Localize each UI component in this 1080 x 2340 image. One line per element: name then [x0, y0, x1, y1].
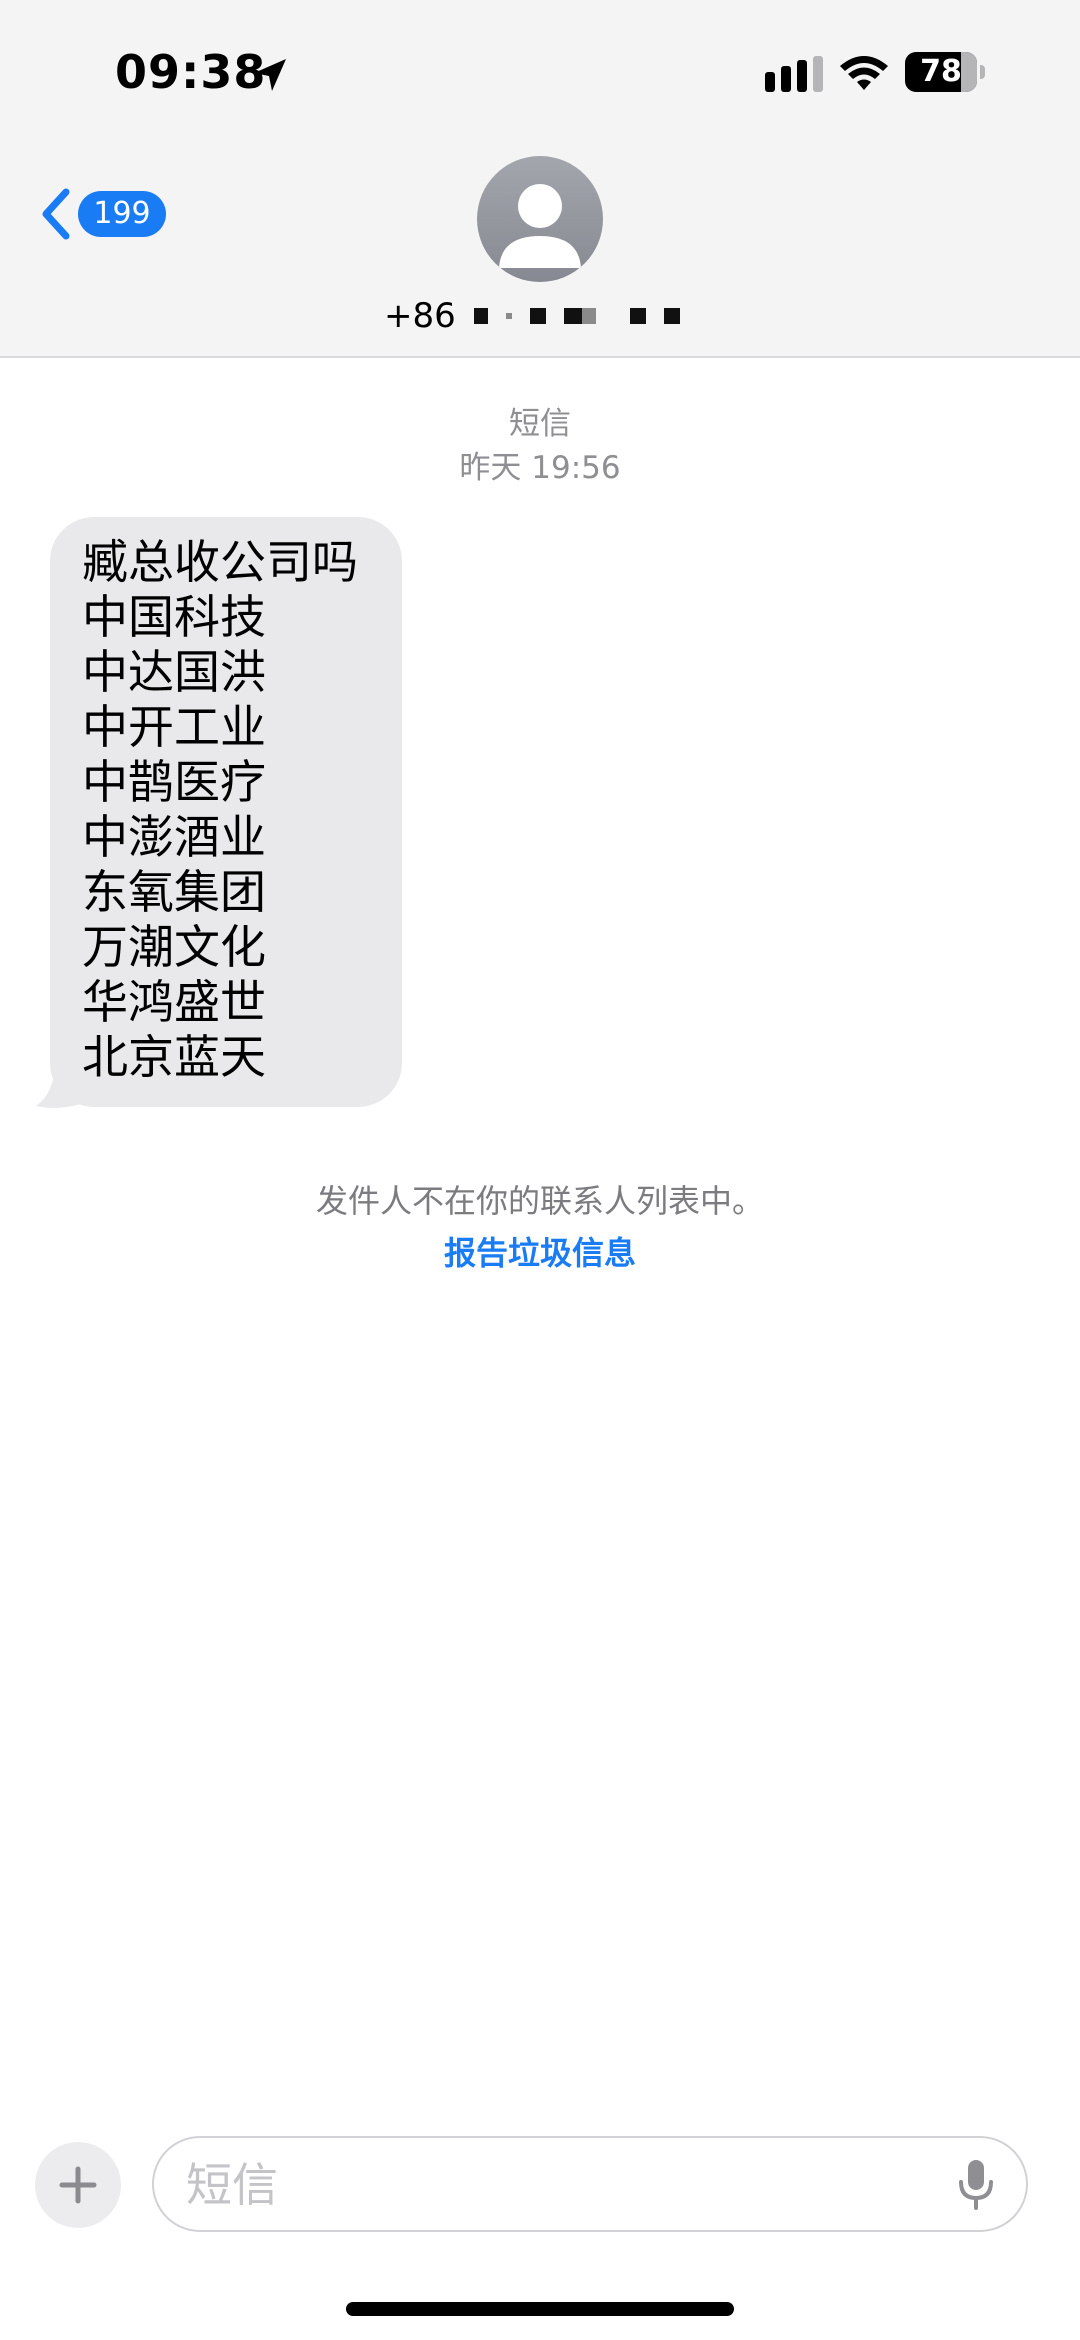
cellular-signal-icon — [765, 56, 823, 92]
battery-icon: 78 — [905, 52, 985, 92]
message-type-label: 短信 — [509, 406, 571, 442]
home-indicator — [346, 2302, 734, 2316]
status-time: 09:38 — [115, 45, 267, 99]
conversation-header: 09:38 78 199 +86 — [0, 0, 1080, 358]
contact-number[interactable]: +86 — [384, 296, 680, 336]
message-line: 中达国洪 — [82, 645, 266, 699]
message-input[interactable] — [184, 2138, 948, 2232]
plus-icon — [59, 2166, 97, 2204]
message-line: 中国科技 — [82, 590, 266, 644]
message-line: 华鸿盛世 — [82, 975, 266, 1029]
message-line: 万潮文化 — [82, 920, 266, 974]
location-arrow-icon — [254, 59, 286, 91]
message-line: 中澎酒业 — [82, 810, 266, 864]
contact-avatar[interactable] — [477, 156, 603, 282]
redaction-mark — [529, 308, 546, 324]
redaction-mark — [581, 308, 596, 324]
battery-cap — [980, 65, 985, 79]
redaction-mark — [473, 308, 488, 324]
microphone-icon[interactable] — [956, 2158, 996, 2212]
redaction-mark — [563, 308, 582, 324]
add-attachment-button[interactable] — [35, 2142, 121, 2228]
redaction-mark — [505, 313, 512, 319]
message-line: 中开工业 — [82, 700, 266, 754]
message-line: 中鹊医疗 — [82, 755, 266, 809]
chevron-left-icon — [42, 188, 70, 240]
message-line: 北京蓝天 — [82, 1030, 266, 1084]
redaction-mark — [629, 308, 646, 324]
incoming-message-bubble[interactable]: 臧总收公司吗 中国科技 中达国洪 中开工业 中鹊医疗 中澎酒业 东氧集团 万潮文… — [50, 517, 402, 1107]
unknown-sender-notice: 发件人不在你的联系人列表中。 — [315, 1182, 764, 1220]
contact-number-prefix: +86 — [384, 296, 456, 336]
message-input-container — [152, 2136, 1028, 2232]
back-button[interactable]: 199 — [38, 184, 166, 244]
messages-screen: 09:38 78 199 +86 短信 昨天 19:56 臧总收公司吗 中国科技… — [0, 0, 1080, 2340]
message-line: 臧总收公司吗 — [82, 535, 358, 589]
wifi-icon — [840, 56, 888, 90]
battery-level: 78 — [920, 54, 962, 89]
person-silhouette-icon — [499, 184, 581, 268]
message-line: 东氧集团 — [82, 865, 266, 919]
message-timestamp: 昨天 19:56 — [459, 450, 621, 486]
report-junk-link[interactable]: 报告垃圾信息 — [0, 1228, 1080, 1274]
unread-count-badge: 199 — [78, 191, 166, 237]
battery-body: 78 — [905, 52, 977, 92]
redaction-mark — [663, 308, 680, 324]
